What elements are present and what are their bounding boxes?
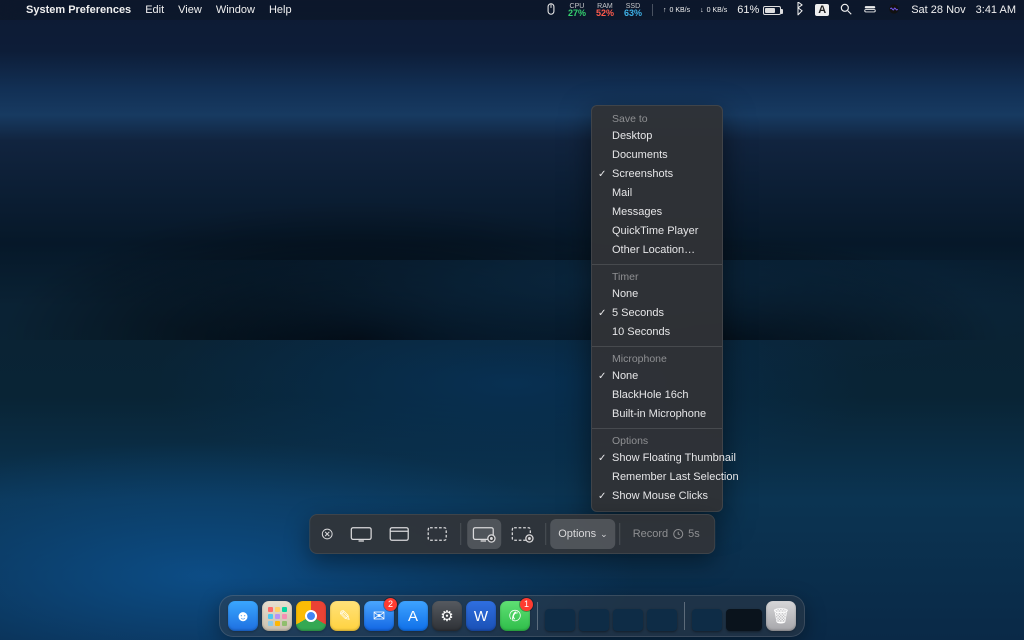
options-menu-item[interactable]: Show Floating Thumbnail (592, 449, 722, 468)
screenshot-close-button[interactable] (316, 523, 338, 545)
dock-app-messages[interactable]: ✆1 (500, 601, 530, 631)
capture-selection-button[interactable] (420, 519, 454, 549)
dock-app-chrome[interactable] (296, 601, 326, 631)
capture-entire-screen-button[interactable] (344, 519, 378, 549)
net-down-stat[interactable]: ↓0 KB/s (700, 7, 727, 14)
options-menu-item[interactable]: Other Location… (592, 241, 722, 260)
dock-downloads-stack[interactable] (726, 609, 762, 631)
menu-window[interactable]: Window (216, 4, 255, 16)
dock-app-mail[interactable]: ✉2 (364, 601, 394, 631)
options-menu-item[interactable]: Remember Last Selection (592, 468, 722, 487)
dock-badge: 2 (384, 598, 397, 611)
dock-screenshots-stack[interactable] (692, 609, 722, 631)
options-menu-item[interactable]: None (592, 367, 722, 386)
options-section-title: Save to (592, 111, 722, 127)
spotlight-icon[interactable] (839, 2, 853, 19)
cpu-stat[interactable]: CPU27% (568, 3, 586, 17)
options-menu-item[interactable]: 10 Seconds (592, 323, 722, 342)
screenshot-toolbar: Options⌄ Record 5s (309, 514, 715, 554)
record-selection-button[interactable] (505, 519, 539, 549)
menu-help[interactable]: Help (269, 4, 292, 16)
menu-view[interactable]: View (178, 4, 202, 16)
dock-minimized-window[interactable] (647, 609, 677, 631)
chevron-down-icon: ⌄ (600, 529, 608, 540)
screenshot-record-button[interactable]: Record 5s (625, 528, 708, 540)
options-menu-item[interactable]: Desktop (592, 127, 722, 146)
dock-app-finder[interactable]: ☻ (228, 601, 258, 631)
screenshot-options-button[interactable]: Options⌄ (550, 519, 615, 549)
toolbar-separator (460, 523, 461, 545)
capture-window-button[interactable] (382, 519, 416, 549)
options-menu-item[interactable]: None (592, 285, 722, 304)
dock-trash[interactable]: 🗑 (766, 601, 796, 631)
bluetooth-icon[interactable] (791, 2, 805, 19)
dock-badge: 1 (520, 598, 533, 611)
menu-edit[interactable]: Edit (145, 4, 164, 16)
options-menu-item[interactable]: Mail (592, 184, 722, 203)
dock-app-notes[interactable]: ✎ (330, 601, 360, 631)
options-section-title: Timer (592, 269, 722, 285)
ram-stat[interactable]: RAM52% (596, 3, 614, 17)
dock-minimized-window[interactable] (579, 609, 609, 631)
options-section-title: Options (592, 433, 722, 449)
dock-minimized-window[interactable] (545, 609, 575, 631)
app-menu[interactable]: System Preferences (26, 4, 131, 16)
toolbar-separator (545, 523, 546, 545)
menubar-time[interactable]: 3:41 AM (976, 4, 1016, 16)
ssd-stat[interactable]: SSD63% (624, 3, 642, 17)
options-menu-item[interactable]: 5 Seconds (592, 304, 722, 323)
menubar: System Preferences Edit View Window Help… (0, 0, 1024, 20)
menubar-date[interactable]: Sat 28 Nov (911, 4, 965, 16)
dock-app-word[interactable]: W (466, 601, 496, 631)
toolbar-separator (620, 523, 621, 545)
menubar-divider (652, 4, 653, 16)
options-menu-item[interactable]: QuickTime Player (592, 222, 722, 241)
options-menu-item[interactable]: BlackHole 16ch (592, 386, 722, 405)
options-menu-item[interactable]: Screenshots (592, 165, 722, 184)
siri-icon[interactable] (887, 2, 901, 19)
record-entire-screen-button[interactable] (467, 519, 501, 549)
options-menu-item[interactable]: Show Mouse Clicks (592, 487, 722, 506)
dock-minimized-window[interactable] (613, 609, 643, 631)
screenshot-options-menu: Save toDesktopDocumentsScreenshotsMailMe… (591, 105, 723, 512)
dock-app-launchpad[interactable] (262, 601, 292, 631)
dock-separator (684, 602, 685, 630)
net-up-stat[interactable]: ↑0 KB/s (663, 7, 690, 14)
dock-app-system-preferences[interactable]: ⚙ (432, 601, 462, 631)
control-center-icon[interactable] (863, 2, 877, 19)
options-menu-item[interactable]: Documents (592, 146, 722, 165)
battery-status[interactable]: 61% (737, 4, 781, 16)
dock: ☻ ✎✉2A⚙W✆1 🗑 (0, 595, 1024, 637)
options-menu-item[interactable]: Messages (592, 203, 722, 222)
input-source-icon[interactable]: A (815, 4, 829, 16)
options-section-title: Microphone (592, 351, 722, 367)
dock-app-appstore[interactable]: A (398, 601, 428, 631)
dock-separator (537, 602, 538, 630)
options-menu-item[interactable]: Built-in Microphone (592, 405, 722, 424)
battery-icon (763, 6, 781, 15)
mouse-status-icon[interactable] (544, 2, 558, 19)
